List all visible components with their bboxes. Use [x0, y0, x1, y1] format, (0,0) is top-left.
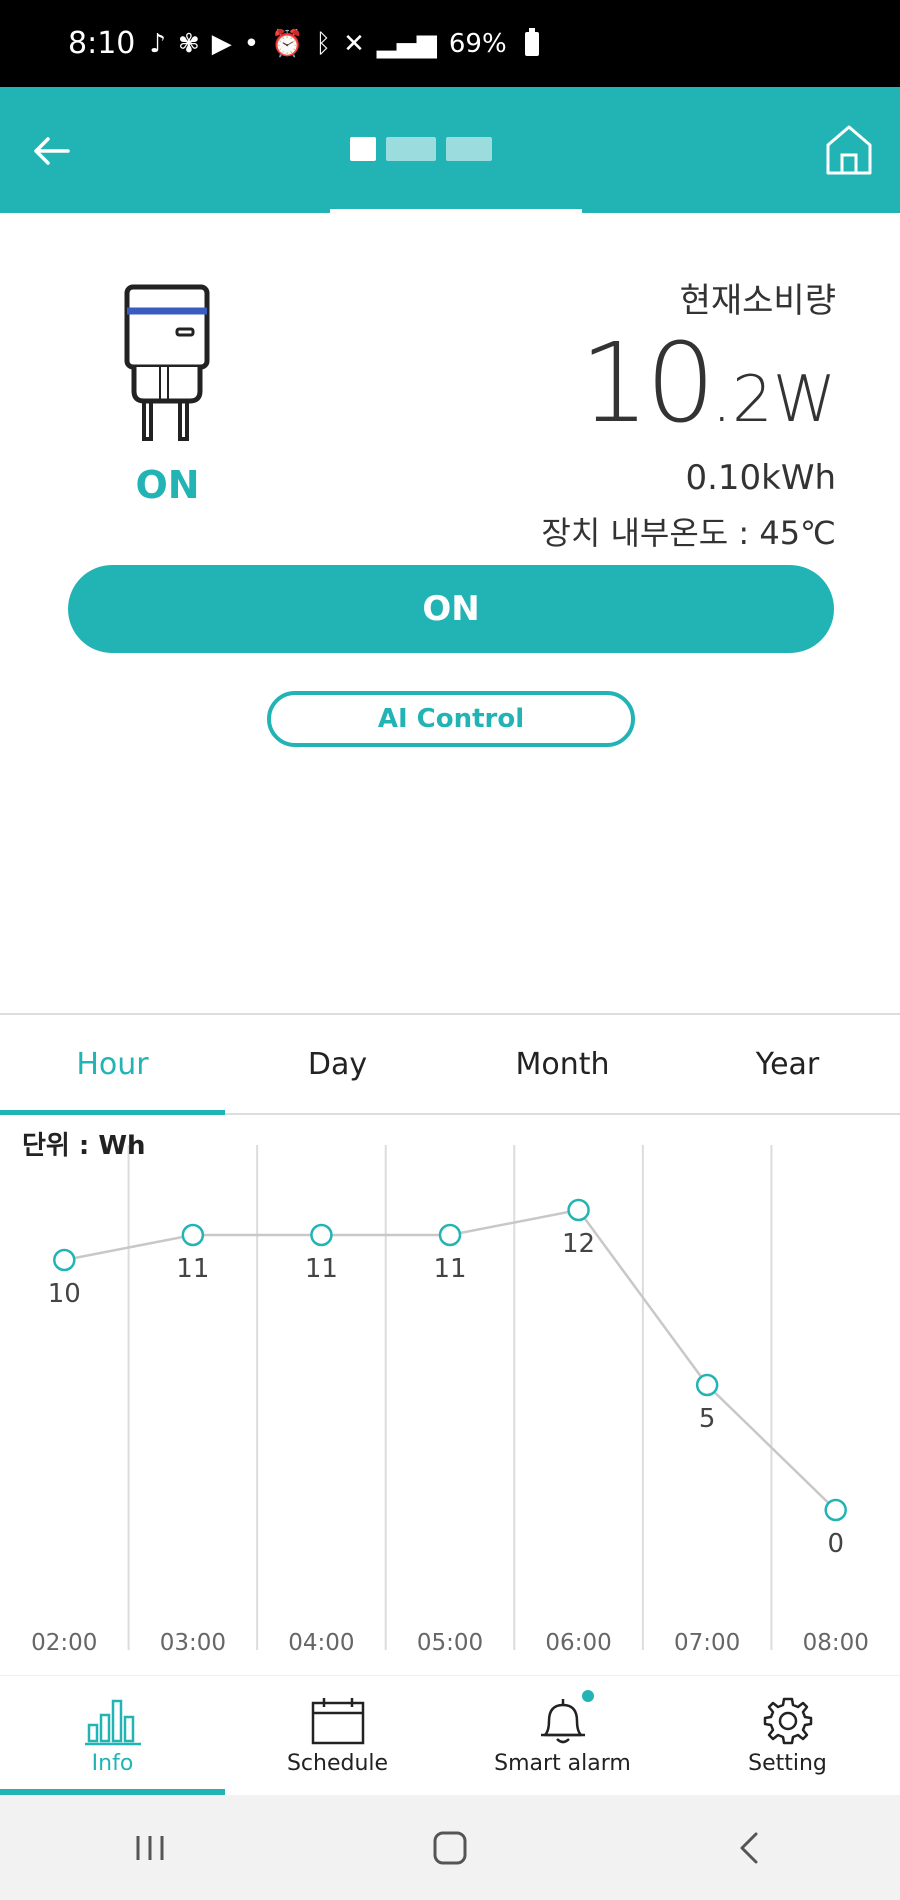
watt-decimal: .2W	[711, 363, 836, 437]
data-label: 0	[827, 1529, 844, 1559]
data-point	[695, 1373, 719, 1397]
usage-chart: 10 11 11 11 12 5 0 02:00 03:00 04:00 05:00 06:00 07:…	[0, 1115, 900, 1675]
device-panel: ON 현재소비량 10.2W 0.10kWh 장치 내부온도 : 45℃ ON …	[0, 213, 900, 1013]
tab-year[interactable]: Year	[675, 1015, 900, 1113]
data-point	[53, 1248, 76, 1272]
data-point	[438, 1223, 462, 1247]
home-button[interactable]	[824, 123, 874, 177]
calendar-icon	[311, 1698, 364, 1745]
chevron-left-icon	[740, 1832, 758, 1863]
data-point	[310, 1223, 333, 1247]
mute-icon: ✕	[343, 28, 365, 59]
data-point	[824, 1498, 847, 1522]
current-watt: 10.2W	[541, 328, 836, 438]
device-name-redacted	[350, 137, 492, 161]
data-label: 12	[562, 1229, 595, 1259]
x-tick-label: 07:00	[674, 1630, 740, 1656]
x-tick-label: 03:00	[160, 1630, 226, 1656]
nav-smart-alarm[interactable]: Smart alarm	[450, 1676, 675, 1795]
home-system-button[interactable]	[420, 1818, 480, 1878]
x-tick-label: 06:00	[545, 1630, 611, 1656]
chart-svg: 10 11 11 11 12 5 0 02:00 03:00 04:00 05:00 06:00 07:…	[31, 1145, 869, 1656]
status-time: 8:10	[68, 26, 136, 61]
nav-schedule-label: Schedule	[286, 1751, 389, 1776]
tab-month[interactable]: Month	[450, 1015, 675, 1113]
nav-setting-label: Setting	[748, 1751, 827, 1776]
x-tick-label: 04:00	[288, 1630, 354, 1656]
data-label: 11	[305, 1254, 338, 1284]
nav-info-label: Info	[91, 1751, 134, 1776]
dot-icon: •	[243, 28, 260, 59]
x-tick-label: 05:00	[417, 1630, 483, 1656]
nav-schedule[interactable]: Schedule	[225, 1676, 450, 1795]
arrow-left-icon	[34, 137, 70, 165]
device-status-label: ON	[135, 463, 200, 507]
battery-icon	[524, 27, 539, 56]
recent-apps-button[interactable]	[120, 1818, 180, 1878]
energy-kwh: 0.10kWh	[685, 458, 836, 498]
tab-day[interactable]: Day	[225, 1015, 450, 1113]
bluetooth-icon: ᛒ	[315, 28, 332, 59]
x-tick-label: 08:00	[803, 1630, 869, 1656]
smart-plug-icon	[124, 284, 210, 441]
fan-icon: ✾	[177, 28, 200, 59]
notification-dot	[582, 1690, 594, 1702]
app-header	[0, 87, 900, 213]
nav-smart-alarm-label: Smart alarm	[494, 1751, 631, 1776]
data-point	[567, 1198, 590, 1222]
bell-icon	[540, 1699, 585, 1744]
data-label: 10	[48, 1279, 81, 1309]
home-square-icon	[433, 1831, 467, 1864]
nav-info[interactable]: Info	[0, 1676, 225, 1795]
alarm-clock-icon: ⏰	[271, 28, 304, 59]
battery-percent: 69%	[448, 28, 507, 59]
chart-unit-label: 단위 : Wh	[22, 1131, 146, 1161]
tab-hour[interactable]: Hour	[0, 1015, 225, 1115]
signal-icon: ▂▄▆	[376, 28, 437, 59]
back-button[interactable]	[28, 127, 76, 175]
power-toggle-button[interactable]: ON	[68, 565, 834, 653]
nav-setting[interactable]: Setting	[675, 1676, 900, 1795]
bar-chart-icon	[84, 1699, 141, 1746]
home-icon	[826, 125, 872, 175]
bottom-nav: Info Schedule Smart alarm Setting	[0, 1675, 900, 1795]
system-nav-bar	[0, 1795, 900, 1900]
data-label: 11	[176, 1254, 209, 1284]
data-label: 5	[699, 1404, 716, 1434]
music-note-icon: ♪	[149, 28, 166, 59]
status-bar: 8:10 ♪ ✾ ▶ • ⏰ ᛒ ✕ ▂▄▆ 69%	[0, 0, 900, 87]
youtube-icon: ▶	[211, 28, 232, 59]
watt-integer: 10	[579, 319, 716, 447]
back-system-button[interactable]	[720, 1818, 780, 1878]
current-usage-label: 현재소비량	[679, 281, 836, 321]
period-tabs: Hour Day Month Year	[0, 1013, 900, 1115]
data-point	[181, 1223, 205, 1247]
status-icons: ♪ ✾ ▶ • ⏰ ᛒ ✕ ▂▄▆ 69%	[149, 27, 539, 59]
ai-control-button[interactable]: AI Control	[267, 691, 635, 747]
x-tick-label: 02:00	[31, 1630, 97, 1656]
data-label: 11	[433, 1254, 466, 1284]
usage-panel: 현재소비량 10.2W 0.10kWh 장치 내부온도 : 45℃	[541, 273, 836, 554]
gear-icon	[763, 1697, 812, 1745]
recent-apps-icon	[136, 1835, 164, 1860]
internal-temperature: 장치 내부온도 : 45℃	[541, 514, 836, 552]
